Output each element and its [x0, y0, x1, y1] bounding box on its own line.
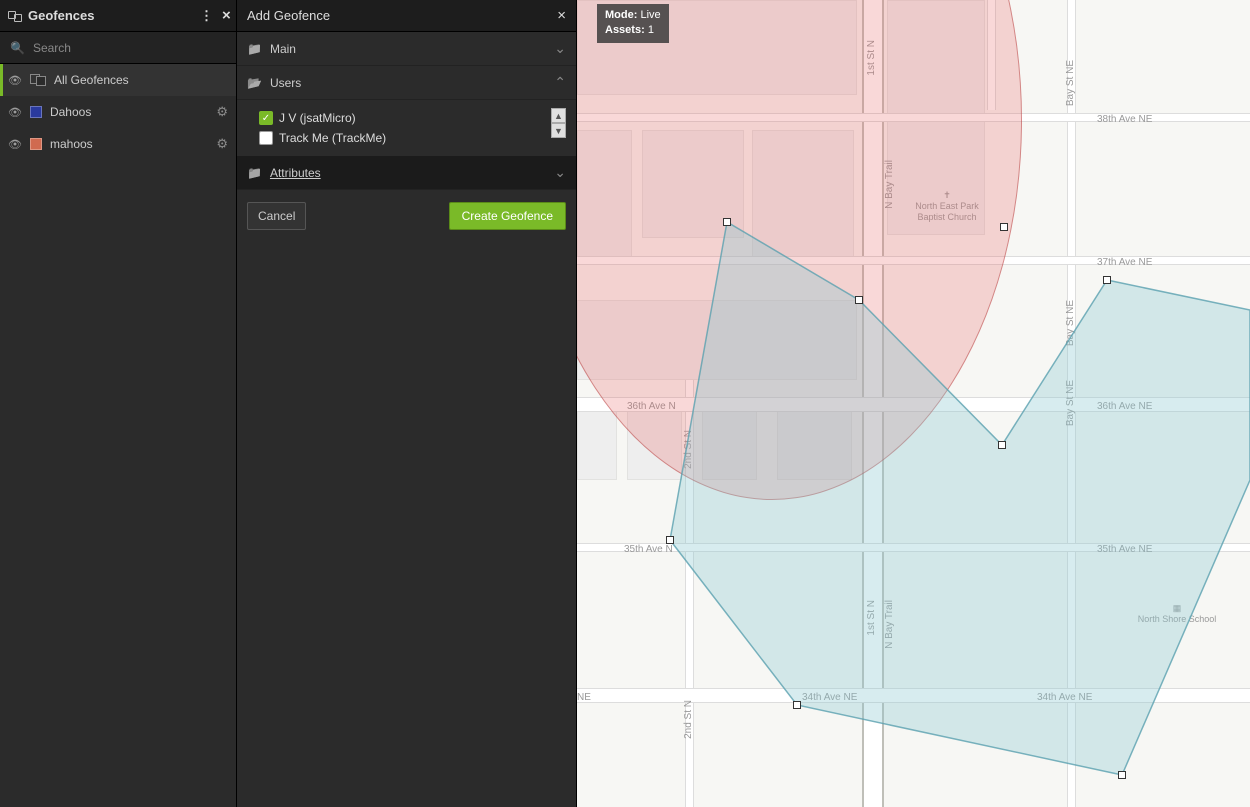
polygon-handle[interactable] — [666, 536, 674, 544]
checkbox-unchecked-icon[interactable] — [259, 131, 273, 145]
user-list: ✓ J V (jsatMicro) Track Me (TrackMe) ▲ ▼ — [237, 100, 576, 156]
chevron-down-icon: ⌄ — [554, 164, 566, 181]
geofence-item[interactable]: mahoos — [0, 128, 236, 160]
geofence-item-label: All Geofences — [54, 73, 228, 87]
add-geofence-close-button[interactable]: × — [557, 7, 566, 24]
mode-label: Mode: — [605, 9, 637, 21]
polygon-handle[interactable] — [1103, 276, 1111, 284]
geofence-color-swatch — [30, 138, 42, 150]
add-geofence-panel: Add Geofence × Main ⌄ Users ⌃ ✓ J V (jsa… — [237, 0, 577, 807]
chevron-down-icon: ⌄ — [554, 40, 566, 57]
geofences-search-input[interactable] — [33, 41, 226, 55]
folder-label: Main — [270, 42, 546, 56]
gear-icon[interactable] — [216, 136, 228, 152]
polygon-handle[interactable] — [855, 296, 863, 304]
folder-label: Attributes — [270, 166, 546, 180]
folder-users[interactable]: Users ⌃ — [237, 66, 576, 100]
road-label: Bay St NE — [1065, 60, 1076, 106]
assets-value: 1 — [648, 24, 654, 36]
cancel-button[interactable]: Cancel — [247, 202, 306, 230]
create-geofence-button[interactable]: Create Geofence — [449, 202, 566, 230]
geofence-item-label: Dahoos — [50, 105, 208, 119]
user-label: Track Me (TrackMe) — [279, 131, 386, 145]
assets-label: Assets: — [605, 24, 645, 36]
eye-icon[interactable] — [8, 137, 22, 151]
geofences-more-button[interactable]: ⋮ — [196, 8, 212, 24]
polygon-handle[interactable] — [1118, 771, 1126, 779]
all-geofences-icon — [30, 74, 46, 86]
checkbox-checked-icon[interactable]: ✓ — [259, 111, 273, 125]
road-label: 38th Ave NE — [1097, 114, 1152, 125]
geofence-item-label: mahoos — [50, 137, 208, 151]
mode-value: Live — [640, 9, 660, 21]
geofence-item-all[interactable]: All Geofences — [0, 64, 236, 96]
road-label: NE — [577, 692, 591, 703]
geofences-search-row — [0, 32, 236, 64]
map-block — [577, 400, 617, 480]
road-label: 35th Ave NE — [1097, 544, 1152, 555]
map-road — [577, 688, 1250, 703]
folder-icon — [247, 166, 262, 180]
road-label: Bay St NE — [1065, 380, 1076, 426]
eye-icon[interactable] — [8, 105, 22, 119]
circle-handle[interactable] — [1000, 223, 1008, 231]
user-row[interactable]: Track Me (TrackMe) — [259, 128, 551, 148]
button-row: Cancel Create Geofence — [237, 190, 576, 242]
road-label: 37th Ave NE — [1097, 257, 1152, 268]
geofence-color-swatch — [30, 106, 42, 118]
add-geofence-header: Add Geofence × — [237, 0, 576, 32]
road-label: 2nd St N — [683, 700, 694, 739]
geofences-close-button[interactable]: × — [212, 7, 228, 24]
folder-attributes[interactable]: Attributes ⌄ — [237, 156, 576, 190]
chevron-up-icon: ⌃ — [554, 74, 566, 91]
road-label: 34th Ave NE — [802, 692, 857, 703]
polygon-handle[interactable] — [723, 218, 731, 226]
geofence-circle[interactable] — [577, 0, 1022, 500]
user-label: J V (jsatMicro) — [279, 111, 356, 125]
road-label: 34th Ave NE — [1037, 692, 1092, 703]
folder-label: Users — [270, 76, 546, 90]
folder-open-icon — [247, 76, 262, 90]
user-row[interactable]: ✓ J V (jsatMicro) — [259, 108, 551, 128]
map-info-box: Mode: Live Assets: 1 — [597, 4, 669, 43]
gear-icon[interactable] — [216, 104, 228, 120]
folder-icon — [247, 42, 262, 56]
road-label: N Bay Trail — [884, 600, 895, 649]
geofences-panel: Geofences ⋮ × All Geofences Dahoos mahoo… — [0, 0, 237, 807]
poi-school: ▦North Shore School — [1132, 603, 1222, 625]
geofences-icon — [8, 9, 22, 23]
geofence-item[interactable]: Dahoos — [0, 96, 236, 128]
scroll-down-button[interactable]: ▼ — [551, 123, 566, 138]
road-label: 35th Ave N — [624, 544, 673, 555]
polygon-handle[interactable] — [998, 441, 1006, 449]
geofence-list: All Geofences Dahoos mahoos — [0, 64, 236, 807]
add-geofence-title: Add Geofence — [247, 8, 557, 23]
scroll-up-button[interactable]: ▲ — [551, 108, 566, 123]
geofences-panel-header: Geofences ⋮ × — [0, 0, 236, 32]
road-label: 36th Ave NE — [1097, 401, 1152, 412]
map-area[interactable]: Mode: Live Assets: 1 38th Ave NE 37th Av… — [577, 0, 1250, 807]
eye-icon[interactable] — [8, 73, 22, 87]
user-list-scroll: ▲ ▼ — [551, 108, 566, 148]
road-label: 1st St N — [866, 600, 877, 636]
folder-main[interactable]: Main ⌄ — [237, 32, 576, 66]
road-label: Bay St NE — [1065, 300, 1076, 346]
polygon-handle[interactable] — [793, 701, 801, 709]
geofences-panel-title: Geofences — [28, 8, 94, 23]
search-icon — [10, 39, 25, 57]
